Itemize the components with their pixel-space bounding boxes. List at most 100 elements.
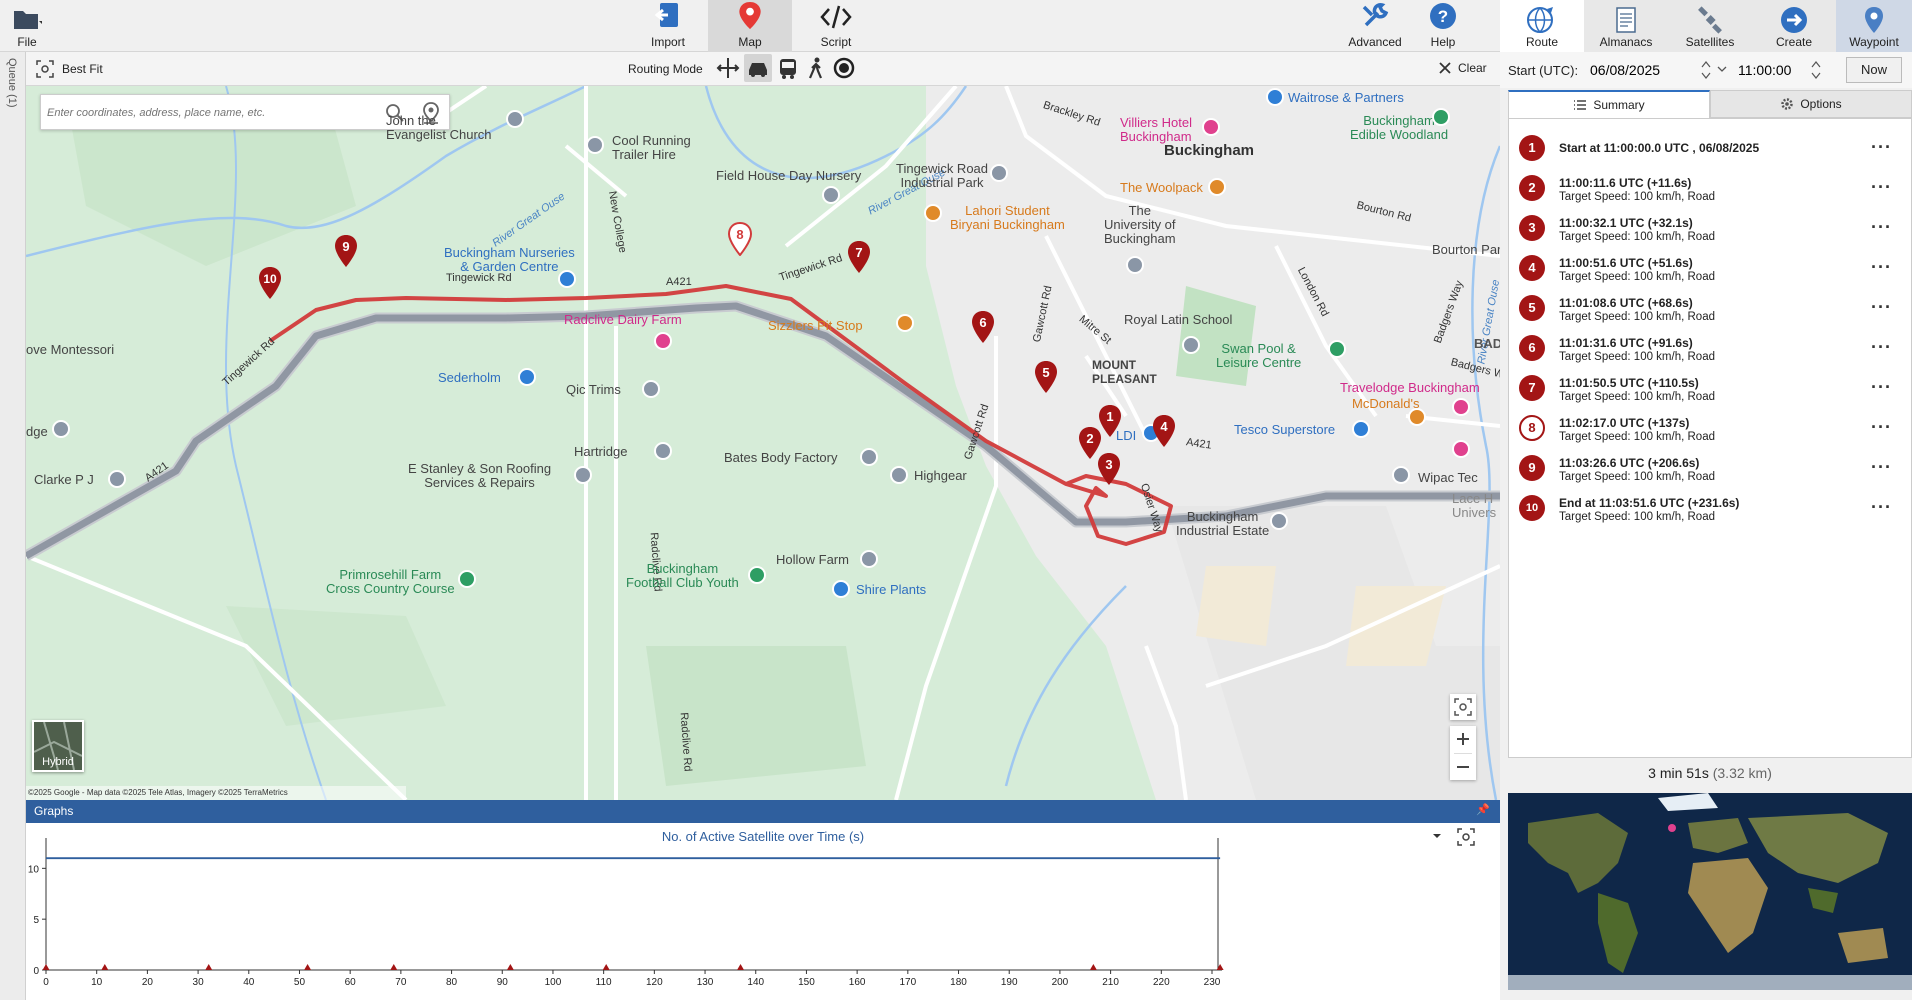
label-montessori: ove Montessori	[26, 342, 115, 357]
more-options-button[interactable]: ···	[1871, 137, 1892, 158]
route-pin-8[interactable]: 8	[727, 221, 753, 257]
list-item[interactable]: 10 End at 11:03:51.6 UTC (+231.6s) Targe…	[1509, 489, 1912, 529]
more-options-button[interactable]: ···	[1871, 497, 1892, 518]
tab-waypoint[interactable]: Waypoint	[1836, 0, 1912, 52]
list-item[interactable]: 2 11:00:11.6 UTC (+11.6s) Target Speed: …	[1509, 169, 1912, 209]
waypoint-time: 11:00:11.6 UTC (+11.6s)	[1559, 176, 1692, 190]
more-options-button[interactable]: ···	[1871, 297, 1892, 318]
queue-strip[interactable]: Queue (1)	[0, 52, 26, 1000]
waypoint-number: 3	[1519, 215, 1545, 241]
more-options-button[interactable]: ···	[1871, 177, 1892, 198]
list-item[interactable]: 1 Start at 11:00:00.0 UTC , 06/08/2025 ·…	[1509, 129, 1912, 169]
label-swan-pool: Swan Pool & Leisure Centre	[1216, 341, 1302, 370]
tab-create[interactable]: Create	[1752, 0, 1836, 52]
waypoint-marker	[602, 964, 610, 970]
waypoint-number: 1	[1519, 135, 1545, 161]
import-button[interactable]: Import	[632, 0, 704, 52]
tab-route[interactable]: Route	[1500, 0, 1584, 52]
map-button[interactable]: Map	[708, 0, 792, 52]
routing-bus-button[interactable]	[776, 56, 800, 80]
time-stepper[interactable]	[1810, 58, 1822, 82]
pin-panel-icon[interactable]: 📌	[1476, 803, 1490, 816]
route-pin-7[interactable]: 7	[846, 240, 872, 274]
route-pin-5[interactable]: 5	[1033, 360, 1059, 394]
zoom-in-button[interactable]	[1450, 726, 1476, 752]
x-tick-label: 200	[1052, 977, 1069, 988]
tab-satellites[interactable]: Satellites	[1668, 0, 1752, 52]
tab-summary-label: Summary	[1593, 98, 1645, 112]
poi-primrosehill-icon	[458, 570, 476, 588]
poi-leisure-icon	[1328, 340, 1346, 358]
document-icon	[1616, 7, 1636, 33]
hybrid-toggle[interactable]: Hybrid	[32, 720, 84, 772]
poi-industrial-icon	[990, 164, 1008, 182]
waypoint-marker	[205, 964, 213, 970]
start-time-input[interactable]	[1738, 58, 1808, 82]
x-tick-label: 190	[1001, 977, 1018, 988]
date-dropdown[interactable]	[1716, 62, 1728, 76]
route-pin-10[interactable]: 10	[257, 266, 283, 300]
advanced-button[interactable]: Advanced	[1340, 0, 1410, 52]
list-item[interactable]: 7 11:01:50.5 UTC (+110.5s) Target Speed:…	[1509, 369, 1912, 409]
recenter-button[interactable]	[1450, 694, 1476, 720]
list-item[interactable]: 8 11:02:17.0 UTC (+137s) Target Speed: 1…	[1509, 409, 1912, 449]
label-university: The University of Buckingham	[1104, 203, 1176, 246]
tab-almanacs[interactable]: Almanacs	[1584, 0, 1668, 52]
list-item[interactable]: 9 11:03:26.6 UTC (+206.6s) Target Speed:…	[1509, 449, 1912, 489]
x-tick-label: 160	[849, 977, 866, 988]
best-fit-button[interactable]: Best Fit	[36, 60, 103, 78]
list-item[interactable]: 5 11:01:08.6 UTC (+68.6s) Target Speed: …	[1509, 289, 1912, 329]
more-options-button[interactable]: ···	[1871, 217, 1892, 238]
script-label: Script	[820, 35, 852, 49]
clear-button[interactable]: Clear	[1438, 61, 1487, 75]
world-map[interactable]	[1508, 793, 1912, 990]
duration-time: 3 min 51s	[1648, 765, 1709, 781]
label-cool-running: Cool Running Trailer Hire	[612, 133, 691, 162]
routing-direct-button[interactable]	[716, 56, 740, 80]
poi-garden-centre-icon	[558, 270, 576, 288]
label-hartridge: Hartridge	[574, 444, 628, 459]
label-nurseries: Buckingham Nurseries & Garden Centre	[444, 245, 575, 274]
x-tick-label: 140	[747, 977, 764, 988]
more-options-button[interactable]: ···	[1871, 257, 1892, 278]
more-options-button[interactable]: ···	[1871, 417, 1892, 438]
zoom-out-button[interactable]	[1450, 754, 1476, 780]
route-pin-3[interactable]: 3	[1096, 452, 1122, 486]
more-options-button[interactable]: ···	[1871, 457, 1892, 478]
routing-record-button[interactable]	[832, 56, 856, 80]
more-options-button[interactable]: ···	[1871, 337, 1892, 358]
help-button[interactable]: ? Help	[1418, 0, 1468, 52]
route-pin-9[interactable]: 9	[333, 234, 359, 268]
start-date-input[interactable]	[1590, 58, 1690, 82]
date-stepper[interactable]	[1700, 58, 1712, 82]
map-view[interactable]: John the Evangelist Church Cool Running …	[26, 86, 1500, 800]
routing-car-button[interactable]	[744, 54, 772, 82]
now-button[interactable]: Now	[1846, 57, 1902, 83]
file-menu-button[interactable]: File	[4, 0, 50, 52]
waypoint-pin-icon: 9	[335, 235, 357, 267]
list-item[interactable]: 6 11:01:31.6 UTC (+91.6s) Target Speed: …	[1509, 329, 1912, 369]
route-pin-6[interactable]: 6	[970, 310, 996, 344]
x-tick-label: 130	[697, 977, 714, 988]
tab-options[interactable]: Options	[1710, 90, 1912, 118]
pin-number: 7	[855, 245, 862, 260]
route-pin-4[interactable]: 4	[1151, 414, 1177, 448]
script-button[interactable]: Script	[796, 0, 876, 52]
routing-walk-button[interactable]	[804, 56, 828, 80]
x-tick-label: 110	[596, 977, 612, 988]
pin-number: 6	[979, 315, 986, 330]
y-tick-label: 10	[28, 864, 40, 875]
stepper-arrows-icon	[1701, 61, 1711, 79]
poi-qic-trims-icon	[642, 380, 660, 398]
waypoint-number: 9	[1519, 455, 1545, 481]
map-search-input[interactable]	[47, 102, 367, 124]
more-options-button[interactable]: ···	[1871, 377, 1892, 398]
list-item[interactable]: 4 11:00:51.6 UTC (+51.6s) Target Speed: …	[1509, 249, 1912, 289]
waypoint-number: 8	[1519, 415, 1545, 441]
waypoint-number: 4	[1519, 255, 1545, 281]
x-tick-label: 50	[294, 977, 306, 988]
label-tesco: Tesco Superstore	[1234, 422, 1336, 437]
tab-summary[interactable]: Summary	[1508, 90, 1710, 118]
list-item[interactable]: 3 11:00:32.1 UTC (+32.1s) Target Speed: …	[1509, 209, 1912, 249]
waypoint-marker	[42, 964, 50, 970]
